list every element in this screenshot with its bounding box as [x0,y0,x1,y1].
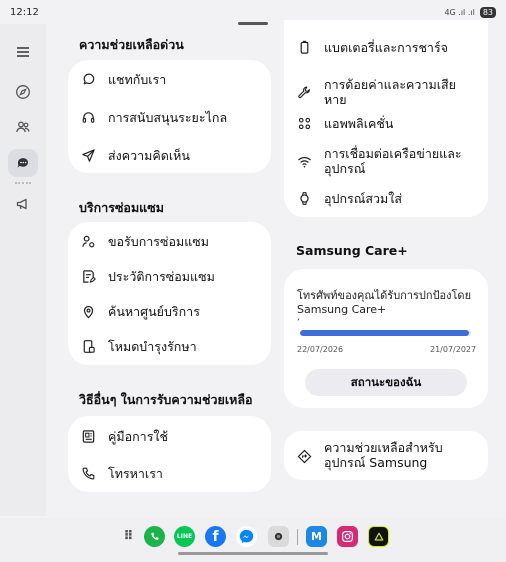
location-pin-icon [80,303,96,319]
network-line-1: การเชื่อมต่อเครือข่ายและ [324,146,462,161]
rail-divider [15,182,31,184]
other-help-card: คู่มือการใช้ โทรหาเรา [68,416,271,492]
device-help-item[interactable]: ความช่วยเหลือสำหรับ อุปกรณ์ Samsung [296,440,478,470]
call-us-item[interactable]: โทรหาเรา [80,465,261,481]
trueid-app-icon[interactable] [368,526,389,547]
repair-service-title: บริการซ่อมแซม [79,200,164,215]
user-manual-label: คู่มือการใช้ [108,428,168,444]
maintenance-phone-icon [80,338,96,354]
send-icon [80,147,96,163]
care-plus-description: โทรศัพท์ของคุณได้รับการปกป้องโดย Samsung… [297,289,477,317]
facebook-app-icon[interactable]: f [205,526,226,547]
menu-icon[interactable] [8,38,38,66]
messenger-app-icon[interactable] [236,526,257,547]
manual-book-icon [80,428,96,444]
request-repair-item[interactable]: ขอรับการซ่อมแซม [80,233,261,249]
maintenance-mode-item[interactable]: โหมดบำรุงรักษา [80,338,261,354]
repair-service-card: ขอรับการซ่อมแซม ประวัติการซ่อมแซม ค้นหาศ… [68,222,271,365]
history-document-icon [80,268,96,284]
applications-item[interactable]: แอพพลิเคชั่น [296,115,478,131]
remote-support-label: การสนับสนุนระยะไกล [108,109,228,125]
network-connection-item[interactable]: การเชื่อมต่อเครือข่ายและ อุปกรณ์ [296,146,478,176]
my-status-button[interactable]: สถานะของฉัน [305,369,467,396]
app-dock: ⠿ LINE f M [0,518,506,562]
status-time: 12:12 [10,7,39,18]
dock-divider [297,529,298,545]
support-chat-icon[interactable] [8,149,38,177]
watch-icon [296,190,312,206]
find-service-center-item[interactable]: ค้นหาศูนย์บริการ [80,303,261,319]
urgent-help-title: ความช่วยเหลือด่วน [79,37,184,52]
compass-icon[interactable] [8,78,38,106]
maintenance-mode-label: โหมดบำรุงรักษา [108,338,197,354]
care-brand-line: Samsung Care+ [297,303,387,316]
chat-with-us-label: แชทกับเรา [108,71,167,87]
battery-charging-item[interactable]: แบตเตอรี่และการชาร์จ [296,39,478,55]
wearables-item[interactable]: อุปกรณ์สวมใส่ [296,190,478,206]
damage-item[interactable]: การด้อยค่าและความเสียหาย [296,77,478,107]
phone-app-icon[interactable] [144,526,165,547]
send-feedback-label: ส่งความคิดเห็น [108,147,190,163]
wifi-icon [296,153,312,169]
network-connection-label: การเชื่อมต่อเครือข่ายและ อุปกรณ์ [324,146,462,176]
apps-grid-icon [296,115,312,131]
battery-icon [296,39,312,55]
status-icons: 4G .ıl .ıl 83 [444,7,496,18]
applications-label: แอพพลิเคชั่น [324,115,394,131]
chat-bubble-icon [80,71,96,87]
headset-icon [80,109,96,125]
coverage-end-date: 21/07/2027 [430,345,477,354]
coverage-progress-fill [300,330,470,336]
repair-history-label: ประวัติการซ่อมแซม [108,268,215,284]
call-us-label: โทรหาเรา [108,465,163,481]
navigation-rail [0,24,46,516]
care-plus-title: Samsung Care+ [296,243,408,258]
help-topics-card: แบตเตอรี่และการชาร์จ การด้อยค่าและความเส… [284,20,488,217]
device-help-label: ความช่วยเหลือสำหรับ อุปกรณ์ Samsung [324,440,443,470]
battery-charging-label: แบตเตอรี่และการชาร์จ [324,39,448,55]
progress-marker: ’ [297,318,300,328]
care-description-line: โทรศัพท์ของคุณได้รับการปกป้องโดย [297,289,472,302]
app-drawer-icon[interactable]: ⠿ [118,526,139,547]
network-line-2: อุปกรณ์ [324,161,366,176]
repair-person-icon [80,233,96,249]
drag-handle[interactable] [238,22,268,25]
camera-app-icon[interactable] [268,526,289,547]
chat-with-us-item[interactable]: แชทกับเรา [80,71,261,87]
send-feedback-item[interactable]: ส่งความคิดเห็น [80,147,261,163]
device-help-line-2: อุปกรณ์ Samsung [324,455,428,470]
home-indicator[interactable] [178,552,328,555]
megaphone-icon[interactable] [8,190,38,218]
device-help-icon [296,448,312,464]
device-help-card[interactable]: ความช่วยเหลือสำหรับ อุปกรณ์ Samsung [284,431,488,480]
request-repair-label: ขอรับการซ่อมแซม [108,233,210,249]
samsung-members-app-icon[interactable]: M [306,526,327,547]
repair-history-item[interactable]: ประวัติการซ่อมแซม [80,268,261,284]
other-help-title: วิธีอื่นๆ ในการรับความช่วยเหลือ [79,392,253,407]
device-help-line-1: ความช่วยเหลือสำหรับ [324,440,443,455]
line-app-icon[interactable]: LINE [174,526,195,547]
coverage-start-date: 22/07/2026 [297,345,344,354]
user-manual-item[interactable]: คู่มือการใช้ [80,428,261,444]
wrench-icon [296,84,312,100]
community-icon[interactable] [8,113,38,141]
urgent-help-card: แชทกับเรา การสนับสนุนระยะไกล ส่งความคิดเ… [68,60,271,173]
remote-support-item[interactable]: การสนับสนุนระยะไกล [80,109,261,125]
phone-icon [80,465,96,481]
battery-icon: 83 [479,7,496,18]
find-service-center-label: ค้นหาศูนย์บริการ [108,303,200,319]
signal-icon: 4G .ıl .ıl [444,8,475,17]
instagram-app-icon[interactable] [337,526,358,547]
coverage-progress-bar [300,330,471,336]
wearables-label: อุปกรณ์สวมใส่ [324,190,402,206]
damage-label: การด้อยค่าและความเสียหาย [324,77,456,107]
